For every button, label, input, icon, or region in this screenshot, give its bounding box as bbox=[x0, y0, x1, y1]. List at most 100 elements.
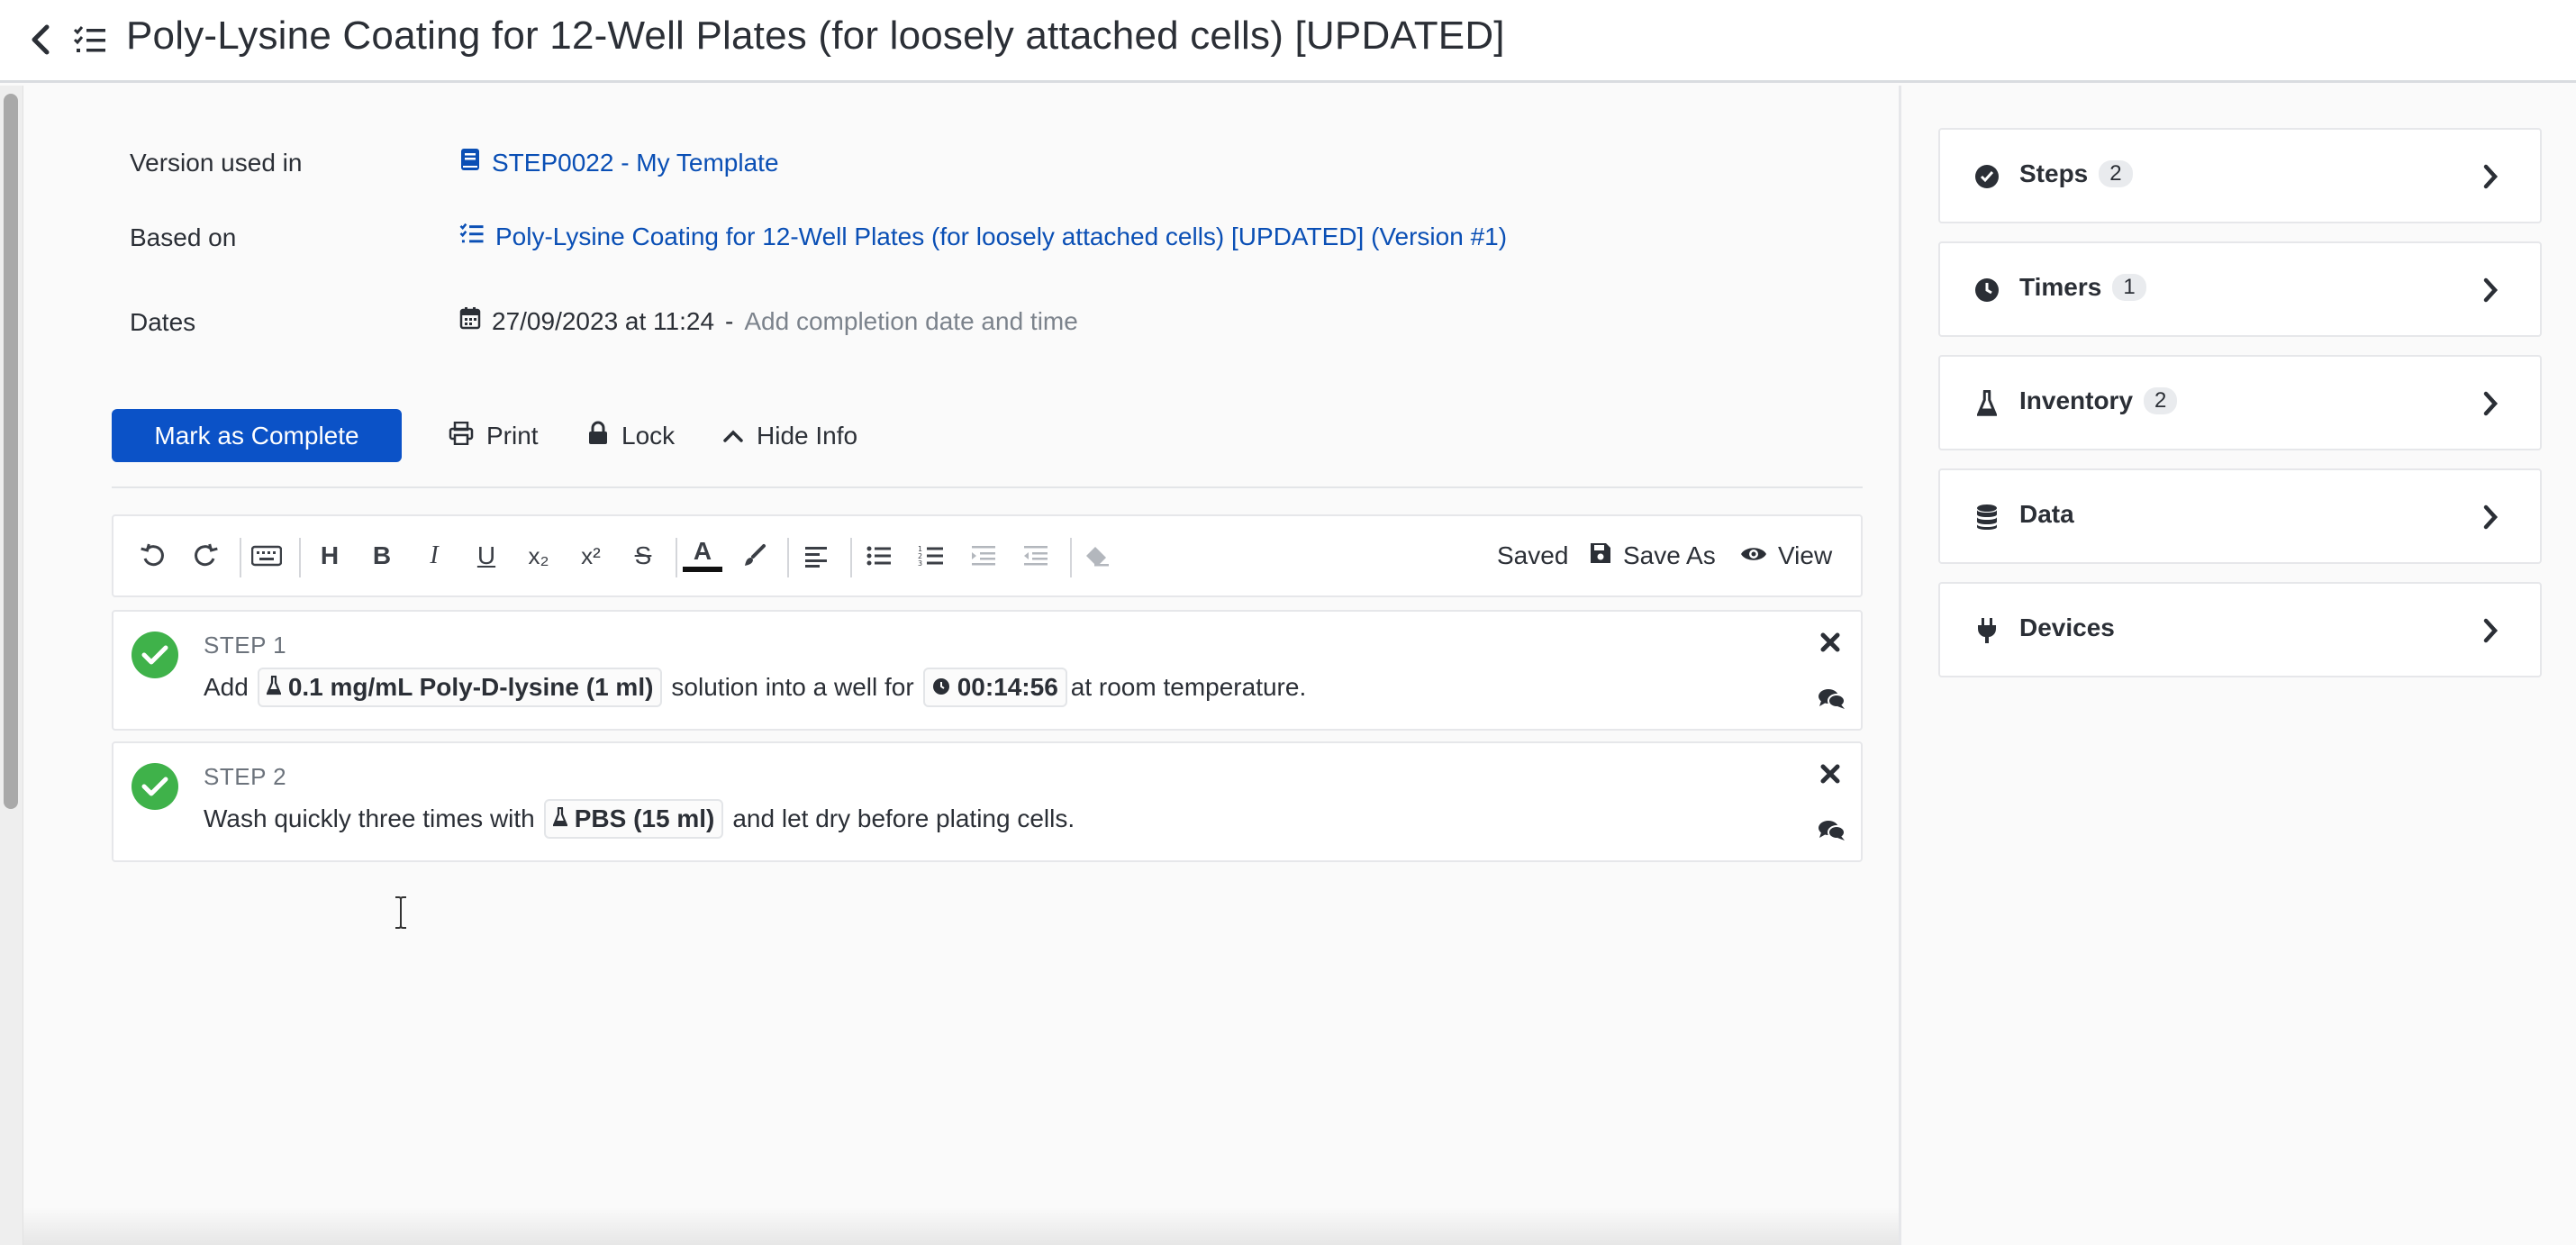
bold-button[interactable]: B bbox=[362, 536, 402, 576]
version-used-link[interactable]: STEP0022 - My Template bbox=[459, 147, 779, 178]
top-header: Poly-Lysine Coating for 12-Well Plates (… bbox=[0, 0, 2576, 83]
chevron-right-icon bbox=[2477, 161, 2504, 192]
reagent-chip[interactable]: PBS (15 ml) bbox=[543, 799, 724, 839]
outdent-icon[interactable] bbox=[1016, 536, 1056, 576]
toolbar-separator bbox=[787, 538, 789, 577]
count-badge: 2 bbox=[2099, 160, 2133, 187]
comments-icon[interactable] bbox=[1816, 815, 1848, 846]
page-title: Poly-Lysine Coating for 12-Well Plates (… bbox=[126, 14, 1505, 58]
strikethrough-button[interactable]: S bbox=[623, 536, 663, 576]
toolbar-separator bbox=[299, 538, 301, 577]
check-circle-icon bbox=[1971, 160, 2003, 193]
heading-button[interactable]: H bbox=[310, 536, 349, 576]
saved-status-text: Saved bbox=[1497, 541, 1569, 569]
step-text: Add bbox=[204, 673, 249, 701]
step-number: STEP 2 bbox=[204, 763, 287, 790]
step-body[interactable]: Wash quickly three times with PBS (15 ml… bbox=[204, 799, 1075, 839]
paint-brush-icon[interactable] bbox=[735, 536, 775, 576]
subscript-button[interactable]: x₂ bbox=[519, 536, 558, 576]
close-icon[interactable] bbox=[1814, 758, 1846, 790]
view-button[interactable]: View bbox=[1740, 536, 1832, 576]
keyboard-icon[interactable] bbox=[247, 536, 286, 576]
reagent-name: PBS (15 ml) bbox=[574, 804, 715, 832]
version-used-text[interactable]: STEP0022 - My Template bbox=[492, 149, 779, 177]
save-as-button[interactable]: Save As bbox=[1589, 536, 1716, 576]
step-text: at room temperature. bbox=[1070, 673, 1307, 701]
indent-icon[interactable] bbox=[964, 536, 1003, 576]
chevron-right-icon bbox=[2477, 275, 2504, 305]
bottom-fade bbox=[23, 1207, 1899, 1245]
print-label: Print bbox=[486, 422, 539, 450]
step-card[interactable]: STEP 2 Wash quickly three times with PBS… bbox=[112, 741, 1863, 862]
flask-icon bbox=[266, 673, 282, 702]
comments-icon[interactable] bbox=[1816, 684, 1848, 714]
reagent-chip[interactable]: 0.1 mg/mL Poly-D-lysine (1 ml) bbox=[257, 668, 663, 707]
superscript-button[interactable]: x² bbox=[571, 536, 611, 576]
sidebar-item-steps[interactable]: Steps 2 bbox=[1938, 128, 2542, 223]
redo-icon[interactable] bbox=[186, 536, 225, 576]
editor-toolbar: H B I U x₂ x² S A 123 Saved Save As View bbox=[112, 514, 1863, 597]
completion-date-placeholder[interactable]: Add completion date and time bbox=[744, 307, 1077, 336]
check-circle-icon[interactable] bbox=[132, 763, 178, 810]
italic-button[interactable]: I bbox=[414, 536, 454, 576]
step-body[interactable]: Add 0.1 mg/mL Poly-D-lysine (1 ml) solut… bbox=[204, 668, 1306, 707]
eraser-icon[interactable] bbox=[1077, 536, 1117, 576]
based-on-label: Based on bbox=[130, 223, 237, 251]
align-left-icon[interactable] bbox=[796, 536, 836, 576]
based-on-text[interactable]: Poly-Lysine Coating for 12-Well Plates (… bbox=[495, 223, 1507, 251]
toolbar-separator bbox=[240, 538, 241, 577]
sidebar-item-label: Steps 2 bbox=[2019, 159, 2133, 188]
count-badge: 1 bbox=[2112, 274, 2146, 301]
chevron-right-icon bbox=[2477, 388, 2504, 419]
clock-icon bbox=[1971, 274, 2003, 306]
hide-info-button[interactable]: Hide Info bbox=[722, 416, 857, 456]
based-on-link[interactable]: Poly-Lysine Coating for 12-Well Plates (… bbox=[459, 222, 1507, 251]
database-icon bbox=[1971, 501, 2003, 533]
clock-icon bbox=[932, 673, 950, 702]
floppy-disk-icon bbox=[1589, 541, 1612, 571]
timer-value: 00:14:56 bbox=[957, 673, 1058, 701]
chevron-up-icon bbox=[722, 422, 744, 450]
step-number: STEP 1 bbox=[204, 632, 287, 659]
lock-button[interactable]: Lock bbox=[587, 416, 675, 456]
start-date[interactable]: 27/09/2023 at 11:24 bbox=[492, 307, 714, 336]
step-text: and let dry before plating cells. bbox=[732, 804, 1075, 832]
sidebar-item-data[interactable]: Data bbox=[1938, 468, 2542, 564]
flask-icon bbox=[552, 804, 568, 833]
protocol-list-icon bbox=[72, 20, 108, 59]
dates-label: Dates bbox=[130, 308, 196, 336]
numbered-list-icon[interactable]: 123 bbox=[912, 536, 951, 576]
bullet-list-icon[interactable] bbox=[859, 536, 899, 576]
close-icon[interactable] bbox=[1814, 626, 1846, 659]
version-used-label: Version used in bbox=[130, 149, 303, 177]
toolbar-separator bbox=[850, 538, 852, 577]
lock-label: Lock bbox=[621, 422, 676, 450]
sidebar-item-timers[interactable]: Timers 1 bbox=[1938, 241, 2542, 337]
undo-icon[interactable] bbox=[133, 536, 173, 576]
sidebar-item-label: Timers 1 bbox=[2019, 273, 2146, 302]
step-card[interactable]: STEP 1 Add 0.1 mg/mL Poly-D-lysine (1 ml… bbox=[112, 610, 1863, 731]
text-color-button[interactable]: A bbox=[683, 536, 722, 572]
save-status: Saved bbox=[1497, 536, 1568, 576]
check-circle-icon[interactable] bbox=[132, 632, 178, 678]
book-icon bbox=[459, 147, 481, 178]
sidebar-item-devices[interactable]: Devices bbox=[1938, 582, 2542, 677]
text-cursor-icon bbox=[393, 895, 409, 930]
underline-button[interactable]: U bbox=[467, 536, 506, 576]
step-text: Wash quickly three times with bbox=[204, 804, 535, 832]
sidebar-item-inventory[interactable]: Inventory 2 bbox=[1938, 355, 2542, 450]
step-text: solution into a well for bbox=[671, 673, 914, 701]
mark-as-complete-button[interactable]: Mark as Complete bbox=[112, 409, 402, 462]
timer-chip[interactable]: 00:14:56 bbox=[922, 668, 1067, 707]
svg-text:3: 3 bbox=[918, 559, 922, 568]
section-divider bbox=[112, 486, 1863, 488]
back-chevron-icon[interactable] bbox=[25, 20, 56, 59]
print-button[interactable]: Print bbox=[449, 416, 539, 456]
printer-icon bbox=[449, 421, 474, 451]
count-badge: 2 bbox=[2144, 387, 2178, 414]
sidebar-item-label: Inventory 2 bbox=[2019, 386, 2178, 415]
toolbar-separator bbox=[1070, 538, 1072, 577]
lock-icon bbox=[587, 421, 609, 452]
sidebar-item-label: Devices bbox=[2019, 613, 2115, 641]
scrollbar-thumb[interactable] bbox=[4, 94, 18, 809]
